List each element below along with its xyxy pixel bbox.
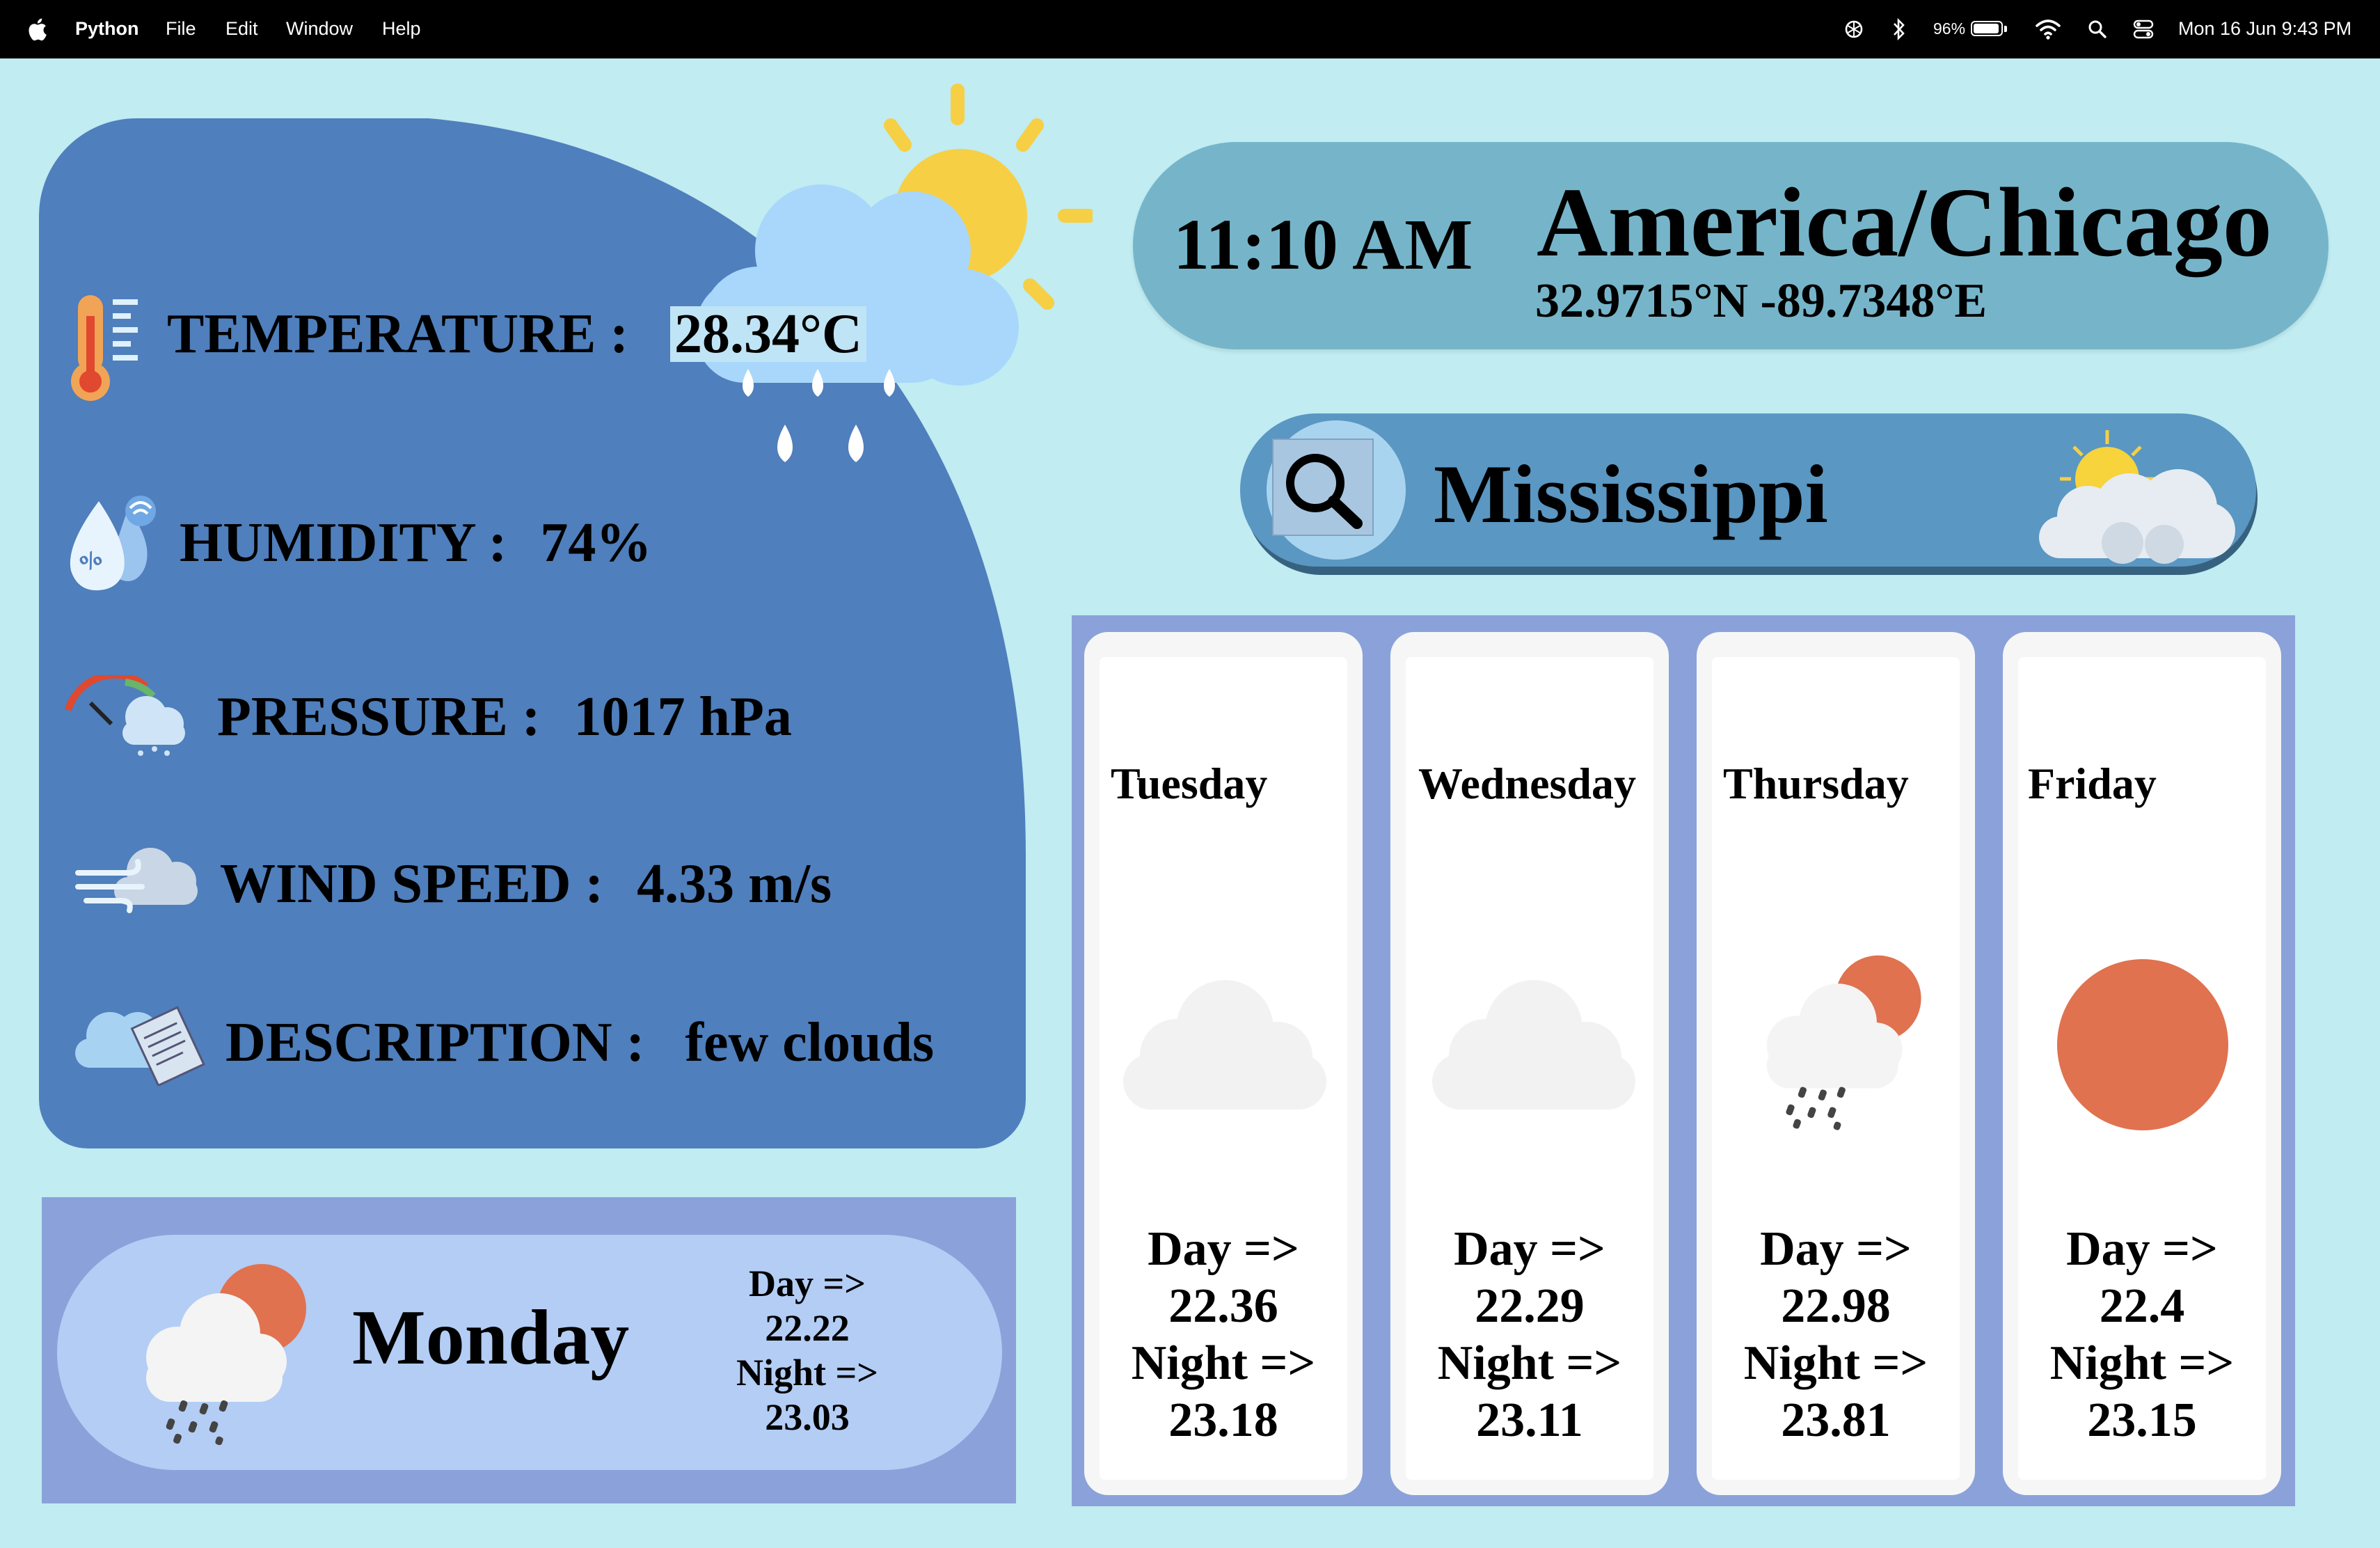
today-day-label: Day =>: [748, 1263, 866, 1304]
description-value: few clouds: [685, 1012, 935, 1073]
today-day-name: Monday: [352, 1295, 630, 1381]
humidity-label: HUMIDITY :: [180, 512, 507, 574]
forecast-day-label: Day =>: [1454, 1222, 1605, 1276]
temperature-value[interactable]: 28.34°C: [669, 306, 866, 362]
pressure-row: PRESSURE : 1017 hPa: [217, 689, 792, 745]
pressure-label: PRESSURE :: [217, 686, 541, 748]
menu-clock[interactable]: Mon 16 Jun 9:43 PM: [2178, 0, 2351, 58]
forecast-day-label: Day =>: [2066, 1222, 2218, 1276]
sun-behind-cloud-icon: [2039, 430, 2235, 564]
coordinates: 32.9715°N -89.7348°E: [1535, 274, 1988, 328]
description-row: DESCRIPTION : few clouds: [225, 1015, 934, 1071]
cloud-icon: [1432, 980, 1635, 1109]
forecast-night-label: Night =>: [1437, 1336, 1622, 1390]
forecast-night-temp: 23.81: [1781, 1393, 1891, 1447]
forecast-temperatures: Day => 22.98 Night => 23.81: [1697, 1221, 1975, 1449]
today-night-temp: 23.03: [765, 1396, 850, 1438]
thermometer-icon: [71, 295, 138, 401]
wind-speed-value: 4.33 m/s: [637, 853, 832, 915]
forecast-day-temp: 22.4: [2099, 1279, 2185, 1333]
menu-bar: Python File Edit Window Help 96% Mon 16 …: [0, 0, 2380, 58]
forecast-night-label: Night =>: [1743, 1336, 1928, 1390]
humidity-drops-icon: %: [70, 496, 156, 591]
forecast-night-label: Night =>: [1131, 1336, 1316, 1390]
humidity-row: HUMIDITY : 74%: [180, 515, 651, 571]
forecast-day-label: Day =>: [1148, 1222, 1299, 1276]
local-time: 11:10 AM: [1173, 205, 1473, 285]
forecast-night-temp: 23.18: [1168, 1393, 1278, 1447]
forecast-day-name: Thursday: [1723, 759, 1909, 808]
chatgpt-icon[interactable]: [1843, 18, 1865, 40]
today-night-label: Night =>: [736, 1352, 879, 1393]
wind-speed-label: WIND SPEED :: [220, 853, 604, 915]
spotlight-search-icon[interactable]: [2088, 19, 2107, 39]
sun-icon: [2057, 959, 2228, 1130]
menu-file[interactable]: File: [166, 0, 196, 58]
today-day-temp: 22.22: [765, 1307, 850, 1349]
city-search-input[interactable]: [1434, 445, 2060, 543]
temperature-label: TEMPERATURE :: [167, 303, 628, 365]
forecast-card-friday: Friday Day => 22.4 Night => 23.15: [2003, 632, 2281, 1495]
wind-cloud-icon: [75, 848, 198, 913]
battery-nub: [2004, 26, 2007, 32]
today-temperatures: Day => 22.22 Night => 23.03: [696, 1261, 919, 1439]
menu-app-name[interactable]: Python: [75, 0, 139, 58]
forecast-night-temp: 23.15: [2087, 1393, 2197, 1447]
pressure-value: 1017 hPa: [573, 686, 792, 748]
forecast-day-temp: 22.98: [1781, 1279, 1891, 1333]
menu-window[interactable]: Window: [286, 0, 353, 58]
forecast-card-wednesday: Wednesday Day => 22.29 Night => 23.11: [1390, 632, 1669, 1495]
forecast-temperatures: Day => 22.29 Night => 23.11: [1390, 1221, 1669, 1449]
menu-edit[interactable]: Edit: [225, 0, 258, 58]
forecast-card-thursday: Thursday Day => 22.98 Night => 23.81: [1697, 632, 1975, 1495]
battery-percent: 96%: [1933, 19, 1966, 38]
apple-icon[interactable]: [26, 17, 47, 42]
bluetooth-icon[interactable]: [1891, 17, 1907, 42]
forecast-day-temp: 22.29: [1475, 1279, 1585, 1333]
forecast-night-label: Night =>: [2049, 1336, 2235, 1390]
forecast-day-temp: 22.36: [1168, 1279, 1278, 1333]
cloud-sun-rain-icon: [146, 1264, 306, 1445]
battery-icon[interactable]: [1971, 21, 2003, 36]
forecast-day-label: Day =>: [1760, 1222, 1912, 1276]
forecast-day-name: Wednesday: [1418, 759, 1636, 808]
control-center-icon[interactable]: [2132, 18, 2155, 40]
sun-rain-cloud-logo-icon: [696, 84, 1093, 462]
wind-speed-row: WIND SPEED : 4.33 m/s: [220, 856, 832, 912]
battery-level: [1974, 24, 1999, 33]
menu-help[interactable]: Help: [382, 0, 421, 58]
forecast-temperatures: Day => 22.4 Night => 23.15: [2003, 1221, 2281, 1449]
forecast-day-name: Tuesday: [1111, 759, 1268, 808]
description-label: DESCRIPTION :: [225, 1012, 645, 1073]
wifi-icon[interactable]: [2035, 18, 2061, 40]
forecast-day-name: Friday: [2028, 759, 2157, 808]
forecast-night-temp: 23.11: [1476, 1393, 1583, 1447]
forecast-temperatures: Day => 22.36 Night => 23.18: [1084, 1221, 1363, 1449]
search-icon[interactable]: [1278, 448, 1368, 529]
temperature-row: TEMPERATURE : 28.34°C: [167, 306, 866, 362]
pressure-gauge-icon: [65, 675, 185, 756]
humidity-value: 74%: [540, 512, 652, 574]
cloud-icon: [1123, 980, 1326, 1109]
weather-report-icon: [75, 1006, 205, 1086]
forecast-card-tuesday: Tuesday Day => 22.36 Night => 23.18: [1084, 632, 1363, 1495]
timezone-name: America/Chicago: [1537, 167, 2272, 277]
cloud-sun-rain-icon: [1766, 955, 1921, 1130]
